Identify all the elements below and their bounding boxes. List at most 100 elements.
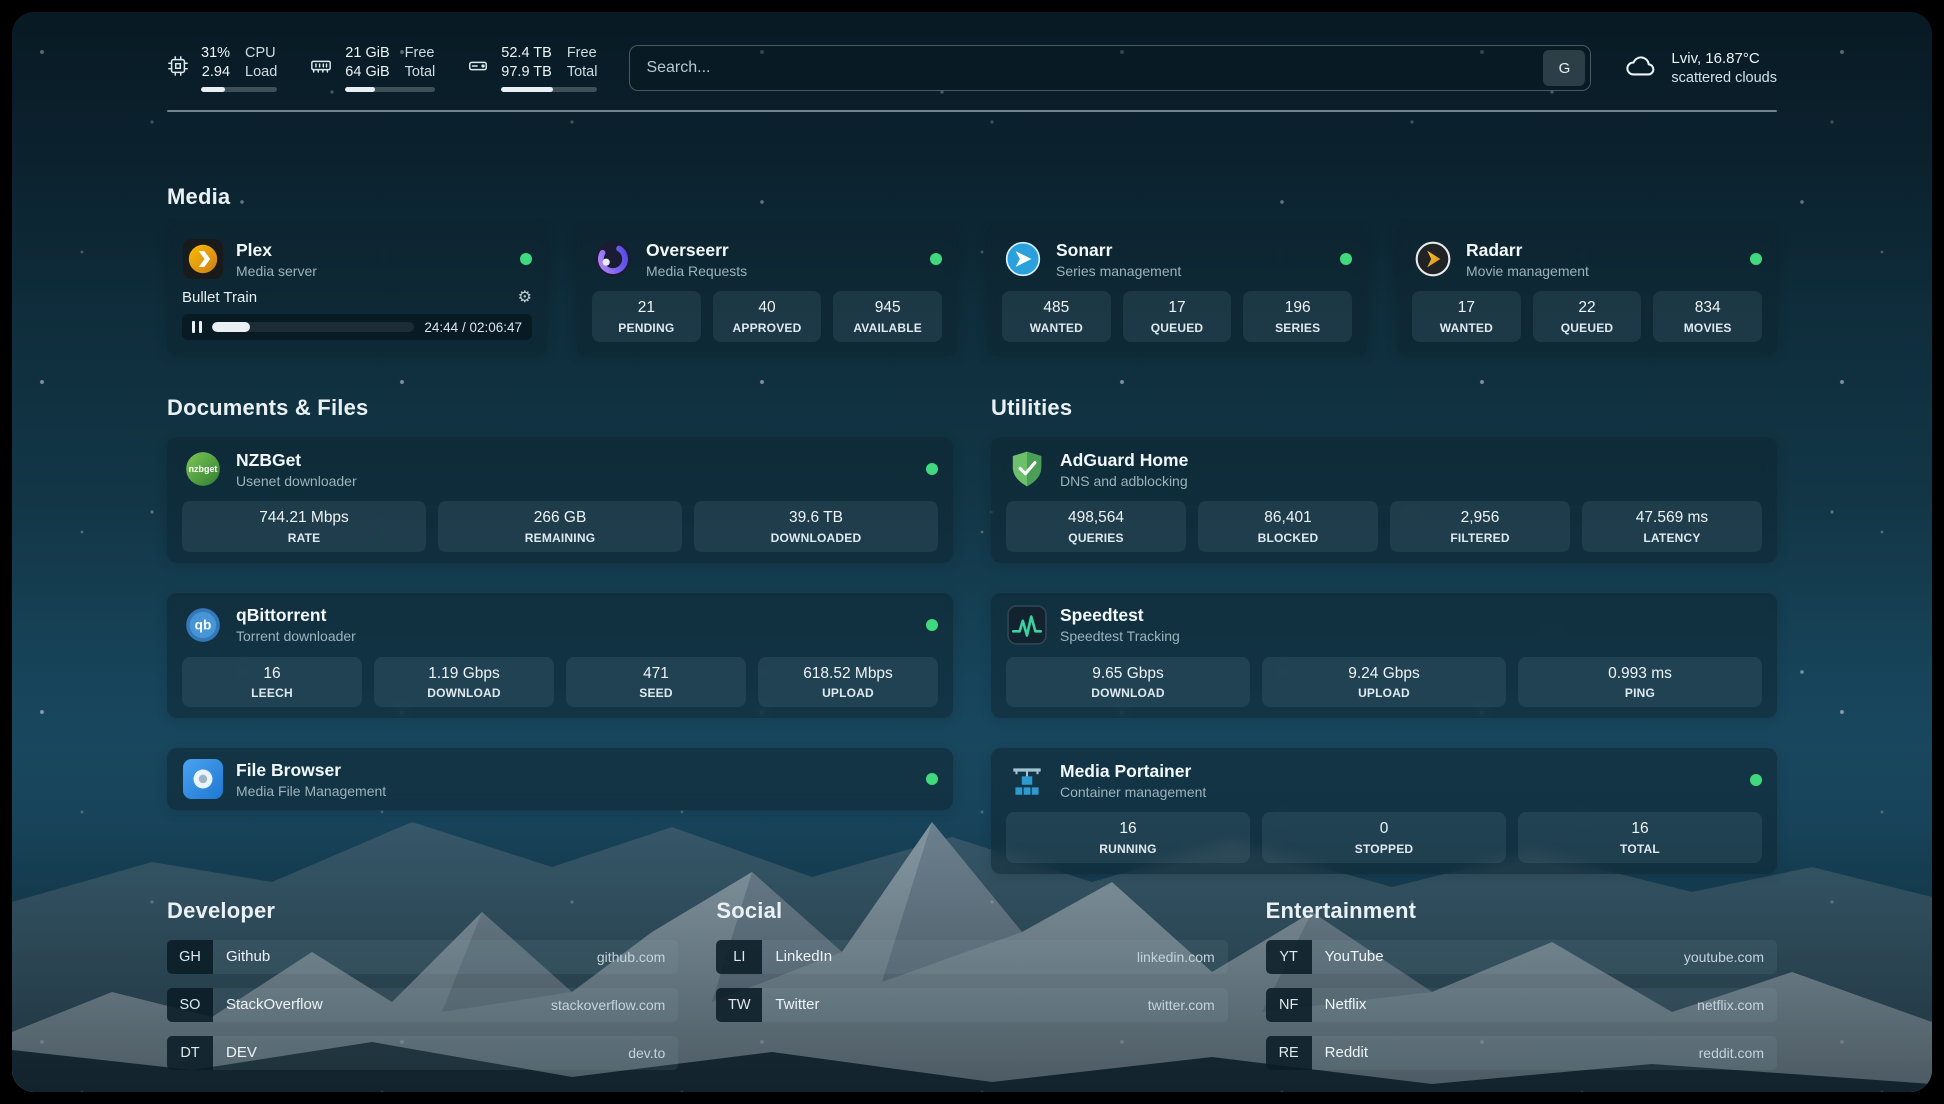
search-input[interactable] — [646, 59, 1543, 77]
bookmark-dev[interactable]: DT DEV dev.to — [167, 1036, 678, 1070]
stat-queued: 17 QUEUED — [1123, 291, 1232, 342]
dashboard-window: 31% 2.94 CPU Load — [12, 12, 1932, 1092]
bookmark-abbr: DT — [167, 1036, 213, 1070]
bookmark-url: dev.to — [628, 1045, 678, 1061]
pause-icon[interactable] — [192, 321, 202, 333]
bookmark-netflix[interactable]: NF Netflix netflix.com — [1266, 988, 1777, 1022]
stat-upload: 9.24 Gbps UPLOAD — [1262, 657, 1506, 708]
weather-location: Lviv, 16.87°C — [1671, 50, 1777, 67]
memory-free-label: Free — [405, 44, 436, 63]
gear-icon[interactable]: ⚙ — [518, 290, 532, 306]
stat-download: 9.65 Gbps DOWNLOAD — [1006, 657, 1250, 708]
app-name: Media Portainer — [1060, 761, 1206, 782]
bookmark-stackoverflow[interactable]: SO StackOverflow stackoverflow.com — [167, 988, 678, 1022]
stat-filtered: 2,956 FILTERED — [1390, 501, 1570, 552]
documents-cards: nzbget NZBGet Usenet downloader 74 — [167, 437, 953, 810]
playback-time: 24:44 / 02:06:47 — [424, 320, 522, 335]
section-title-utilities: Utilities — [991, 395, 1777, 421]
search-provider-button[interactable]: G — [1543, 50, 1585, 86]
bookmark-group-developer: Developer GH Github github.com SO StackO… — [167, 898, 678, 1070]
header-divider — [167, 110, 1777, 112]
weather-widget: Lviv, 16.87°C scattered clouds — [1623, 50, 1777, 86]
service-card-portainer[interactable]: Media Portainer Container management 16 … — [991, 748, 1777, 874]
service-card-overseerr[interactable]: Overseerr Media Requests 21 PENDING 40 A… — [577, 226, 957, 356]
speedtest-icon — [1006, 604, 1048, 646]
stat-seed: 471 SEED — [566, 657, 746, 708]
bookmark-url: youtube.com — [1684, 949, 1777, 965]
bookmark-reddit[interactable]: RE Reddit reddit.com — [1266, 1036, 1777, 1070]
service-card-nzbget[interactable]: nzbget NZBGet Usenet downloader 74 — [167, 437, 953, 563]
stat-leech: 16 LEECH — [182, 657, 362, 708]
cpu-load-value: 2.94 — [202, 63, 230, 82]
stat-pending: 21 PENDING — [592, 291, 701, 342]
status-dot — [926, 773, 938, 785]
cpu-widget: 31% 2.94 CPU Load — [167, 44, 277, 93]
disk-total-label: Total — [567, 63, 598, 82]
memory-free-value: 21 GiB — [345, 44, 389, 63]
bookmark-abbr: LI — [716, 940, 762, 974]
bookmark-abbr: YT — [1266, 940, 1312, 974]
bookmark-name: StackOverflow — [213, 996, 323, 1013]
bookmark-linkedin[interactable]: LI LinkedIn linkedin.com — [716, 940, 1227, 974]
stat-stopped: 0 STOPPED — [1262, 812, 1506, 863]
app-name: Sonarr — [1056, 240, 1181, 261]
service-card-qbittorrent[interactable]: qb qBittorrent Torrent downloader — [167, 593, 953, 719]
stat-rate: 744.21 Mbps RATE — [182, 501, 426, 552]
app-name: AdGuard Home — [1060, 450, 1188, 471]
bookmark-abbr: GH — [167, 940, 213, 974]
status-dot — [926, 463, 938, 475]
memory-total-label: Total — [405, 63, 436, 82]
filebrowser-icon — [182, 758, 224, 800]
stat-latency: 47.569 ms LATENCY — [1582, 501, 1762, 552]
stat-approved: 40 APPROVED — [713, 291, 822, 342]
disk-free-label: Free — [567, 44, 598, 63]
stat-available: 945 AVAILABLE — [833, 291, 942, 342]
bookmark-abbr: TW — [716, 988, 762, 1022]
bookmark-name: Netflix — [1312, 996, 1367, 1013]
status-dot — [520, 253, 532, 265]
playback-bar: 24:44 / 02:06:47 — [182, 314, 532, 340]
bookmark-group-social: Social LI LinkedIn linkedin.com TW Twitt… — [716, 898, 1227, 1070]
card-header: Plex Media server — [182, 238, 532, 280]
app-desc: Media File Management — [236, 783, 386, 799]
section-media: Media Plex — [167, 184, 1777, 356]
card-header: Radarr Movie management — [1412, 238, 1762, 280]
bookmark-github[interactable]: GH Github github.com — [167, 940, 678, 974]
service-card-adguard[interactable]: AdGuard Home DNS and adblocking 498,564 … — [991, 437, 1777, 563]
card-header: Media Portainer Container management — [1006, 759, 1762, 801]
search-bar: G — [629, 45, 1591, 91]
stat-remaining: 266 GB REMAINING — [438, 501, 682, 552]
app-name: Plex — [236, 240, 317, 261]
stats-row: 16 LEECH 1.19 Gbps DOWNLOAD 471 SEED — [182, 657, 938, 708]
stat-download: 1.19 Gbps DOWNLOAD — [374, 657, 554, 708]
service-card-plex[interactable]: Plex Media server Bullet Train ⚙ — [167, 226, 547, 356]
bookmark-name: YouTube — [1312, 948, 1384, 965]
bookmark-list: LI LinkedIn linkedin.com TW Twitter twit… — [716, 940, 1227, 1022]
app-desc: Container management — [1060, 784, 1206, 800]
bookmark-youtube[interactable]: YT YouTube youtube.com — [1266, 940, 1777, 974]
bookmark-twitter[interactable]: TW Twitter twitter.com — [716, 988, 1227, 1022]
service-card-speedtest[interactable]: Speedtest Speedtest Tracking 9.65 Gbps D… — [991, 593, 1777, 719]
section-title-developer: Developer — [167, 898, 678, 924]
service-card-radarr[interactable]: Radarr Movie management 17 WANTED 22 QUE… — [1397, 226, 1777, 356]
bookmark-name: Github — [213, 948, 270, 965]
stat-wanted: 17 WANTED — [1412, 291, 1521, 342]
disk-usage-bar-fill — [501, 87, 553, 92]
bookmark-url: github.com — [597, 949, 678, 965]
disk-total-value: 97.9 TB — [501, 63, 552, 82]
plex-icon — [182, 238, 224, 280]
service-card-sonarr[interactable]: Sonarr Series management 485 WANTED 17 Q… — [987, 226, 1367, 356]
utilities-cards: AdGuard Home DNS and adblocking 498,564 … — [991, 437, 1777, 874]
bookmark-name: Twitter — [762, 996, 819, 1013]
stats-row: 9.65 Gbps DOWNLOAD 9.24 Gbps UPLOAD 0.99… — [1006, 657, 1762, 708]
memory-icon — [309, 55, 333, 82]
service-card-filebrowser[interactable]: File Browser Media File Management — [167, 748, 953, 810]
app-desc: Media server — [236, 263, 317, 279]
stat-queued: 22 QUEUED — [1533, 291, 1642, 342]
app-desc: DNS and adblocking — [1060, 473, 1188, 489]
section-utilities: Utilities — [991, 395, 1777, 874]
stats-row: 498,564 QUERIES 86,401 BLOCKED 2,956 FIL… — [1006, 501, 1762, 552]
media-cards: Plex Media server Bullet Train ⚙ — [167, 226, 1777, 356]
bookmark-name: Reddit — [1312, 1044, 1368, 1061]
playback-progress-fill — [212, 322, 250, 332]
